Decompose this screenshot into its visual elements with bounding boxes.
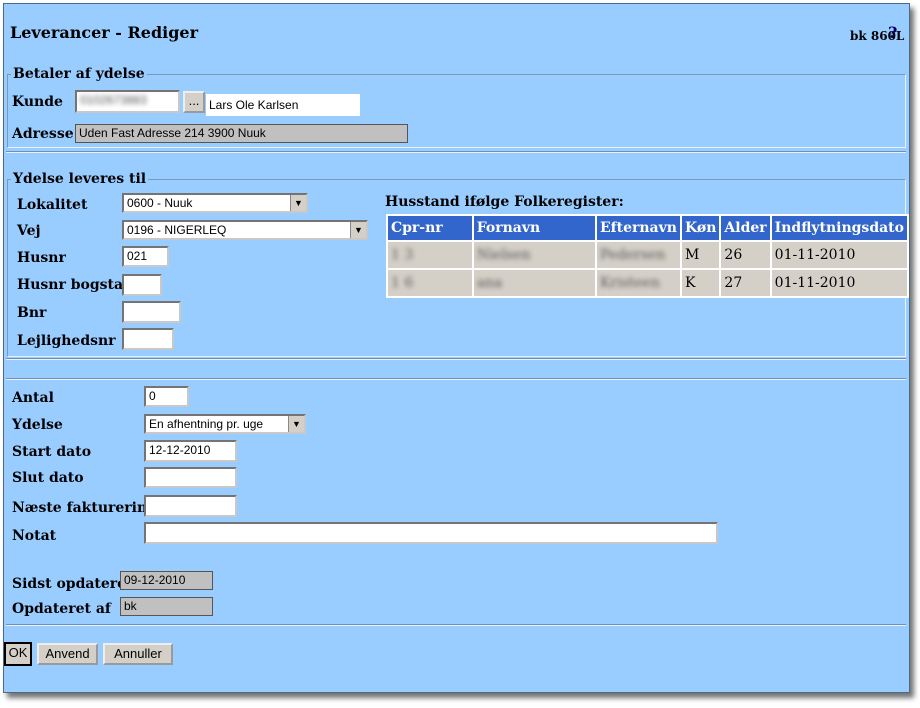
edit-window: Leverancer - Rediger bk 860L ? Betaler a… [3, 3, 910, 693]
moved-in-cell: 01-11-2010 [771, 242, 907, 268]
column-header: Køn [681, 216, 720, 240]
houseletter-label: Husnr bogstav [17, 277, 132, 293]
start-date-input[interactable]: 12-12-2010 [144, 440, 237, 462]
end-date-input[interactable] [144, 467, 237, 488]
divider [6, 624, 906, 626]
lastname-cell: Pedersen [596, 242, 680, 268]
chevron-down-icon: ▼ [288, 416, 304, 432]
quantity-input[interactable]: 0 [144, 386, 189, 407]
customer-name-field: Lars Ole Karlsen [206, 94, 360, 116]
table-header-row: Cpr-nr Fornavn Efternavn Køn Alder Indfl… [388, 216, 907, 240]
chevron-down-icon: ▼ [290, 195, 306, 211]
next-billing-input[interactable] [144, 495, 237, 517]
payer-legend: Betaler af ydelse [11, 66, 147, 82]
houseno-input[interactable]: 021 [122, 246, 169, 267]
help-icon[interactable]: ? [888, 23, 897, 42]
note-label: Notat [12, 528, 57, 544]
apartment-label: Lejlighedsnr [17, 333, 116, 349]
age-cell: 26 [721, 242, 770, 268]
chevron-down-icon: ▼ [350, 222, 366, 238]
cpr-cell: 1 6 [388, 270, 472, 296]
last-updated-label: Sidst opdateret [12, 576, 133, 592]
end-date-label: Slut dato [12, 470, 84, 486]
service-select[interactable]: En afhentning pr. uge ▼ [144, 414, 306, 434]
column-header: Cpr-nr [388, 216, 472, 240]
column-header: Indflytningsdato [771, 216, 907, 240]
locality-label: Lokalitet [17, 197, 88, 213]
gender-cell: K [681, 270, 720, 296]
lastname-cell: Kristeen [596, 270, 680, 296]
moved-in-cell: 01-11-2010 [771, 270, 907, 296]
address-label: Adresse [12, 126, 74, 142]
apply-button[interactable]: Anvend [37, 643, 98, 665]
apartment-input[interactable] [122, 328, 174, 350]
updated-by-label: Opdateret af [12, 601, 111, 617]
updated-by-field: bk [120, 597, 213, 616]
firstname-cell: ana [473, 270, 595, 296]
cancel-button[interactable]: Annuller [103, 643, 173, 665]
last-updated-field: 09-12-2010 [120, 571, 213, 590]
start-date-label: Start dato [12, 444, 92, 460]
household-title: Husstand ifølge Folkeregister: [385, 194, 624, 210]
road-label: Vej [17, 223, 41, 239]
next-billing-label: Næste fakturering [12, 500, 157, 516]
divider [6, 151, 906, 153]
bnr-input[interactable] [122, 301, 181, 323]
customer-label: Kunde [12, 94, 63, 110]
bnr-label: Bnr [17, 305, 47, 321]
column-header: Efternavn [596, 216, 680, 240]
page-title: Leverancer - Rediger [10, 23, 199, 42]
divider [6, 358, 906, 360]
houseletter-input[interactable] [122, 274, 162, 296]
firstname-cell: Nielsen [473, 242, 595, 268]
divider [6, 378, 906, 380]
age-cell: 27 [721, 270, 770, 296]
table-row[interactable]: 1 6 ana Kristeen K 27 01-11-2010 [388, 270, 907, 296]
houseno-label: Husnr [17, 250, 66, 266]
service-label: Ydelse [12, 417, 63, 433]
column-header: Alder [721, 216, 770, 240]
customer-id-input[interactable]: 0102673883 [75, 90, 180, 113]
table-row[interactable]: 1 3 Nielsen Pedersen M 26 01-11-2010 [388, 242, 907, 268]
quantity-label: Antal [12, 390, 54, 406]
note-input[interactable] [144, 522, 718, 544]
road-select[interactable]: 0196 - NIGERLEQ ▼ [122, 220, 368, 240]
address-field: Uden Fast Adresse 214 3900 Nuuk [75, 124, 408, 143]
household-table: Cpr-nr Fornavn Efternavn Køn Alder Indfl… [386, 214, 909, 298]
column-header: Fornavn [473, 216, 595, 240]
locality-select[interactable]: 0600 - Nuuk ▼ [122, 193, 308, 213]
gender-cell: M [681, 242, 720, 268]
cpr-cell: 1 3 [388, 242, 472, 268]
ok-button[interactable]: OK [4, 642, 32, 666]
customer-lookup-button[interactable]: ... [183, 91, 205, 113]
delivery-legend: Ydelse leveres til [11, 171, 149, 187]
